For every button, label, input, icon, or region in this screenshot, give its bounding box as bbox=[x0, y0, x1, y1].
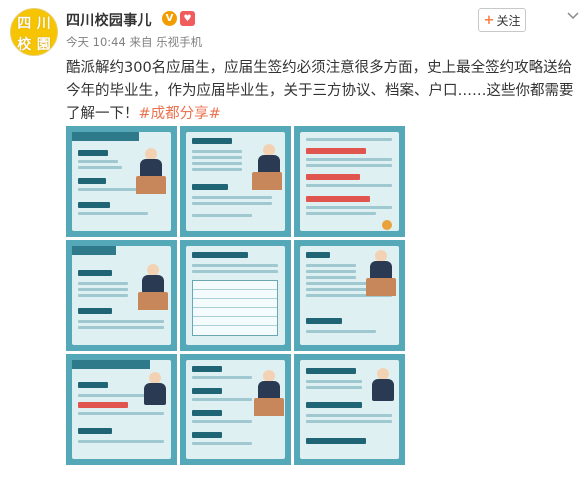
photo-thumbnail[interactable] bbox=[180, 126, 291, 237]
post-time-link[interactable]: 今天 10:44 bbox=[66, 35, 126, 49]
avatar-char: 校 bbox=[17, 37, 32, 53]
post-text: 酷派解约300名应届生，应届生签约必须注意很多方面，史上最全签约攻略送给今年的毕… bbox=[66, 57, 578, 126]
photo-thumbnail[interactable] bbox=[294, 240, 405, 351]
weibo-post-card: 四 川 校 園 四川校园事儿 V ♥ 今天 10:44 来自 乐视手机 + 关注… bbox=[0, 0, 588, 477]
avatar-logo: 四 川 校 園 bbox=[15, 13, 53, 53]
source-link[interactable]: 乐视手机 bbox=[156, 35, 202, 49]
photo-thumbnail[interactable] bbox=[66, 354, 177, 465]
photo-thumbnail[interactable] bbox=[180, 354, 291, 465]
photo-thumbnail[interactable] bbox=[66, 240, 177, 351]
post-meta: 今天 10:44 来自 乐视手机 bbox=[66, 34, 202, 50]
avatar[interactable]: 四 川 校 園 bbox=[10, 8, 58, 56]
photo-thumbnail[interactable] bbox=[294, 354, 405, 465]
verified-icon[interactable]: V bbox=[162, 11, 177, 26]
avatar-char: 四 bbox=[17, 16, 32, 32]
source-prefix: 来自 bbox=[129, 35, 153, 49]
photo-thumbnail[interactable] bbox=[180, 240, 291, 351]
photo-thumbnail[interactable] bbox=[66, 126, 177, 237]
member-rank-icon[interactable]: ♥ bbox=[180, 11, 195, 26]
photo-thumbnail[interactable] bbox=[294, 126, 405, 237]
avatar-char: 川 bbox=[36, 16, 51, 32]
plus-icon: + bbox=[483, 12, 495, 28]
hashtag-link[interactable]: #成都分享# bbox=[139, 106, 221, 122]
chevron-down-icon[interactable] bbox=[566, 8, 580, 22]
follow-button[interactable]: + 关注 bbox=[478, 8, 526, 32]
user-name-link[interactable]: 四川校园事儿 bbox=[66, 10, 152, 30]
avatar-char: 園 bbox=[36, 37, 51, 53]
follow-label: 关注 bbox=[496, 13, 521, 28]
photo-grid bbox=[66, 126, 407, 466]
